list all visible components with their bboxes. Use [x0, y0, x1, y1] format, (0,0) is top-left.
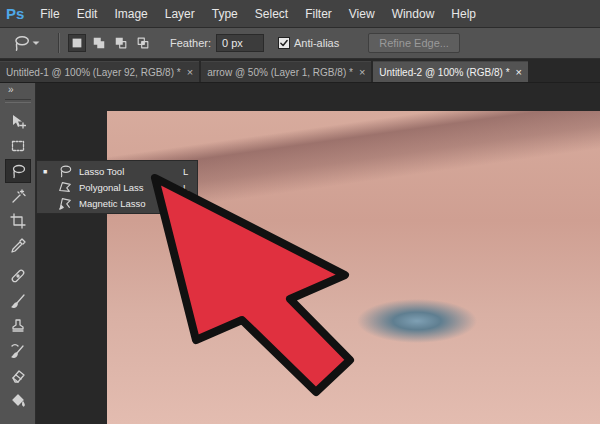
polygonal-lasso-icon [58, 180, 72, 194]
brush-icon [10, 293, 26, 309]
document-tab[interactable]: arrow @ 50% (Layer 1, RGB/8) * × [201, 61, 371, 82]
dropdown-caret-icon [32, 39, 40, 47]
tool-separator [5, 259, 31, 263]
magic-wand-icon [10, 188, 26, 204]
tool-menu-item[interactable]: Magnetic Lasso [37, 195, 197, 211]
tab-close-button[interactable]: × [187, 66, 193, 78]
tool-menu-icon [57, 196, 73, 210]
tool-menu-icon [57, 180, 73, 194]
canvas-area [36, 83, 600, 424]
tool-button[interactable] [5, 184, 31, 208]
marquee-icon [10, 138, 26, 154]
healing-brush-icon [10, 268, 26, 284]
tab-label: Untitled-2 @ 100% (RGB/8) * [379, 67, 509, 78]
shortcut-key: L [183, 166, 197, 177]
panel-grip[interactable] [5, 99, 31, 103]
tab-close-button[interactable]: × [359, 66, 365, 78]
separator [58, 33, 60, 53]
current-marker-glyph: ■ [43, 168, 47, 175]
selection-modes [68, 34, 152, 52]
options-bar: Feather: 0 px Anti-alias Refine Edge... [0, 28, 600, 59]
feather-field[interactable]: 0 px [216, 34, 264, 52]
tool-button[interactable] [5, 289, 31, 313]
menu-item[interactable]: Select [255, 7, 288, 21]
selection-mode-button[interactable] [68, 34, 86, 52]
menu-items: File Edit Image Layer Type Select Filter View Wi… [40, 7, 476, 21]
eyedropper-icon [10, 238, 26, 254]
selection-mode-button[interactable] [134, 34, 152, 52]
tab-close-button[interactable]: × [516, 66, 522, 78]
tool-button[interactable] [5, 209, 31, 233]
lasso-icon [58, 164, 72, 178]
tool-menu-label: Lasso Tool [79, 166, 183, 177]
red-pointer-arrow-icon [0, 0, 600, 424]
tool-list [5, 109, 31, 413]
history-brush-icon [10, 343, 26, 359]
menu-item[interactable]: Window [392, 7, 435, 21]
lasso-icon [12, 34, 30, 52]
tool-button[interactable] [5, 134, 31, 158]
tool-button[interactable] [5, 389, 31, 413]
tab-label: Untitled-1 @ 100% (Layer 92, RGB/8) * [6, 67, 181, 78]
feather-label: Feather: [170, 37, 211, 49]
intersect-selection-icon [136, 36, 150, 50]
tool-menu-icon [57, 164, 73, 178]
move-icon [10, 113, 26, 129]
tool-menu-item[interactable]: Polygonal LassL [37, 179, 197, 195]
menu-item[interactable]: Image [114, 7, 147, 21]
eraser-icon [10, 368, 26, 384]
app-logo: Ps [6, 5, 24, 22]
magnetic-lasso-icon [58, 196, 72, 210]
new-selection-icon [70, 36, 84, 50]
tool-button[interactable] [5, 159, 31, 183]
menu-bar: Ps File Edit Image Layer Type Select Filter View… [0, 0, 600, 28]
subtract-selection-icon [114, 36, 128, 50]
tools-panel: » [0, 83, 36, 424]
tool-button[interactable] [5, 314, 31, 338]
tool-button[interactable] [5, 109, 31, 133]
tool-menu-label: Magnetic Lasso [79, 198, 183, 209]
lasso-icon [10, 163, 26, 179]
workspace: » [0, 83, 600, 424]
menu-item[interactable]: File [40, 7, 59, 21]
tool-menu-label: Polygonal Lass [79, 182, 183, 193]
selection-mode-button[interactable] [112, 34, 130, 52]
tab-label: arrow @ 50% (Layer 1, RGB/8) * [207, 67, 353, 78]
menu-item[interactable]: Type [212, 7, 238, 21]
document-tab[interactable]: Untitled-2 @ 100% (RGB/8) * × [373, 61, 528, 82]
tool-preset-picker[interactable] [12, 34, 40, 52]
menu-item[interactable]: Filter [305, 7, 332, 21]
clone-stamp-icon [10, 318, 26, 334]
document-photo[interactable] [107, 111, 600, 424]
anti-alias-label: Anti-alias [294, 37, 339, 49]
anti-alias-checkbox[interactable] [278, 37, 290, 49]
document-tabs: Untitled-1 @ 100% (Layer 92, RGB/8) *×ar… [0, 59, 600, 83]
selection-mode-button[interactable] [90, 34, 108, 52]
collapse-toolbar-button[interactable]: » [0, 83, 14, 96]
menu-item[interactable]: Edit [77, 7, 98, 21]
tool-menu-item[interactable]: ■ Lasso ToolL [37, 163, 197, 179]
menu-item[interactable]: Layer [165, 7, 195, 21]
menu-item[interactable]: Help [451, 7, 476, 21]
refine-edge-button[interactable]: Refine Edge... [368, 33, 460, 53]
checkmark-icon [279, 38, 289, 48]
current-marker: ■ [37, 168, 55, 175]
paint-bucket-icon [10, 393, 26, 409]
menu-item[interactable]: View [349, 7, 375, 21]
shortcut-key: L [183, 182, 197, 193]
tool-button[interactable] [5, 339, 31, 363]
crop-icon [10, 213, 26, 229]
add-selection-icon [92, 36, 106, 50]
tool-flyout-menu: ■Lasso ToolLPolygonal LassLMagnetic Lass… [36, 160, 198, 214]
tool-button[interactable] [5, 234, 31, 258]
document-tab[interactable]: Untitled-1 @ 100% (Layer 92, RGB/8) * × [0, 61, 199, 82]
tool-button[interactable] [5, 364, 31, 388]
tool-button[interactable] [5, 264, 31, 288]
